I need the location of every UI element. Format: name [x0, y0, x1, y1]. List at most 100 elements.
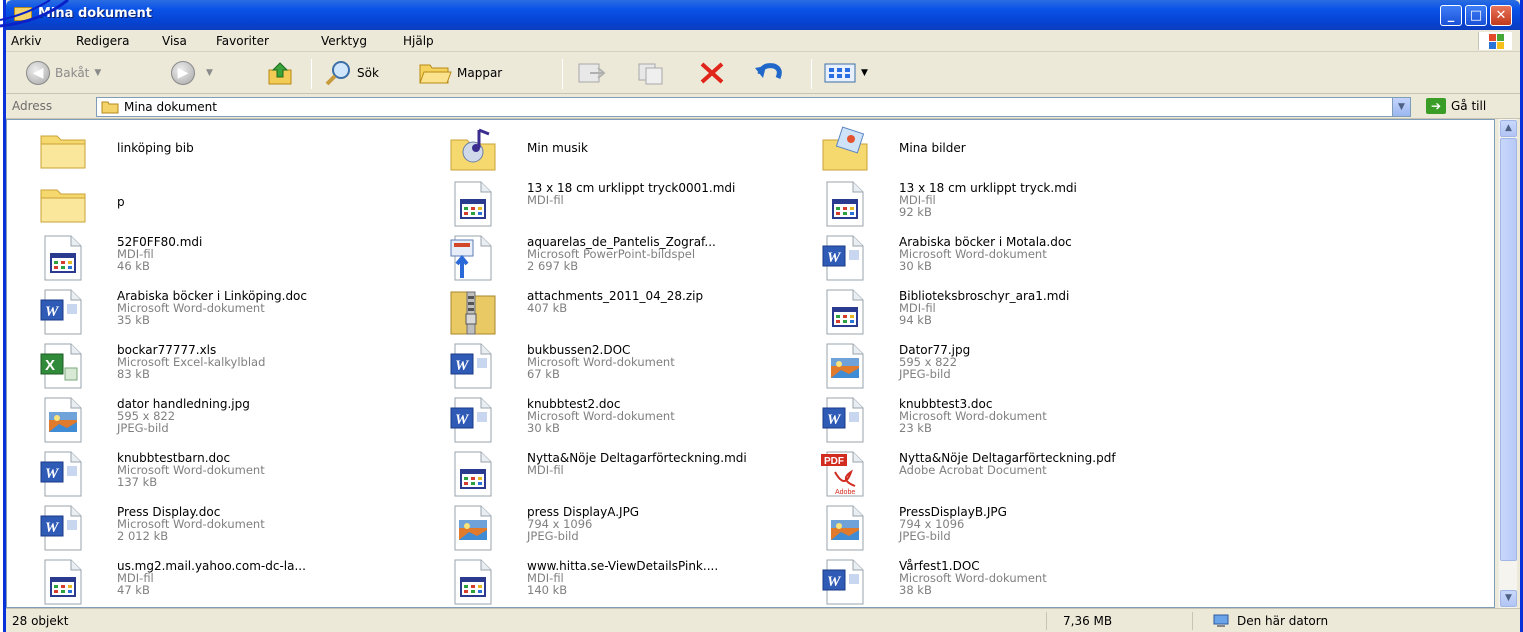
list-item[interactable]: Wknubbtest3.doc Microsoft Word-dokument 23…	[819, 394, 1199, 448]
item-text: 13 x 18 cm urklippt tryck.mdi MDI-fil 92 k…	[899, 182, 1189, 218]
list-item[interactable]: W Arabiska böcker i Linköping.doc Microsof…	[37, 286, 417, 340]
windows-logo-icon	[1478, 32, 1512, 50]
menu-visa[interactable]: Visa	[162, 34, 187, 48]
toolbar: ◀ Bakåt ▼ ▶ ▼ Sök Mappar ▼	[6, 53, 1520, 94]
go-label: Gå till	[1451, 99, 1487, 113]
up-folder-button[interactable]	[268, 58, 294, 88]
scroll-thumb[interactable]	[1500, 138, 1517, 561]
chevron-down-icon[interactable]: ▼	[1392, 98, 1410, 116]
list-item[interactable]: W Press Display.doc Microsoft Word-dokumen…	[37, 502, 417, 556]
forward-button[interactable]: ▶ ▼	[171, 58, 213, 88]
item-size: 92 kB	[899, 205, 932, 219]
title-bar[interactable]: Mina dokument _ □ ✕	[6, 0, 1520, 30]
status-count: 28 objekt	[12, 614, 69, 628]
list-item[interactable]: W Arabiska böcker i Motala.doc Microsoft W…	[819, 232, 1199, 286]
item-text: bockar77777.xls Microsoft Excel-kalkylbla…	[117, 344, 407, 380]
maximize-button[interactable]: □	[1465, 5, 1487, 26]
list-item[interactable]: 13 x 18 cm urklippt tryck.mdi MDI-fil 92 k…	[819, 178, 1199, 232]
list-item[interactable]: Wbukbussen2.DOC Microsoft Word-dokument 67…	[447, 340, 827, 394]
item-type: MDI-fil	[117, 247, 154, 261]
scroll-down-button[interactable]: ▼	[1500, 590, 1517, 607]
scroll-up-button[interactable]: ▲	[1500, 120, 1517, 137]
item-size: 30 kB	[527, 421, 560, 435]
list-item[interactable]: Wknubbtest2.doc Microsoft Word-dokument 30…	[447, 394, 827, 448]
item-name: 13 x 18 cm urklippt tryck.mdi	[899, 181, 1077, 195]
item-type: MDI-fil	[899, 193, 936, 207]
list-item[interactable]: attachments_2011_04_28.zip 407 kB	[447, 286, 827, 340]
menu-arkiv[interactable]: Arkiv	[11, 34, 42, 48]
svg-text:X: X	[45, 357, 55, 374]
powerpoint-file-icon	[449, 234, 499, 282]
go-button[interactable]: ➔ Gå till	[1426, 98, 1486, 114]
list-item[interactable]: W Vårfest1.DOC Microsoft Word-dokument 38 k…	[819, 556, 1199, 610]
list-item[interactable]: 52F0FF80.mdi MDI-fil 46 kB	[37, 232, 417, 286]
menu-redigera[interactable]: Redigera	[76, 34, 129, 48]
list-item[interactable]: p	[37, 178, 417, 232]
item-text: Min musik	[527, 142, 817, 154]
folders-button[interactable]: Mappar	[418, 58, 502, 88]
item-name: www.hitta.se-ViewDetailsPink....	[527, 559, 719, 573]
list-item[interactable]: www.hitta.se-ViewDetailsPink.... MDI-fil 1…	[447, 556, 827, 610]
list-item[interactable]: linköping bib	[37, 124, 417, 178]
item-type: MDI-fil	[899, 301, 936, 315]
item-name: p	[117, 195, 125, 209]
mdi-file-icon	[39, 558, 89, 606]
minimize-button[interactable]: _	[1440, 5, 1462, 26]
list-item[interactable]: Biblioteksbroschyr_ara1.mdi MDI-fil 94 kB	[819, 286, 1199, 340]
item-type: Microsoft Word-dokument	[527, 409, 675, 423]
pdf-file-icon: PDF Adobe	[821, 450, 871, 498]
status-size: 7,36 MB	[1063, 614, 1113, 628]
copy-to-button[interactable]	[636, 58, 666, 88]
item-text: Arabiska böcker i Motala.doc Microsoft Wo…	[899, 236, 1189, 272]
list-item[interactable]: us.mg2.mail.yahoo.com-dc-la... MDI-fil 47 …	[37, 556, 417, 610]
move-to-button[interactable]	[576, 58, 606, 88]
item-text: knubbtest3.doc Microsoft Word-dokument 23 …	[899, 398, 1189, 434]
word-file-icon: W	[821, 558, 871, 606]
search-button[interactable]: Sök	[324, 58, 379, 88]
delete-button[interactable]	[698, 58, 726, 88]
list-item[interactable]: dator handledning.jpg 595 x 822 JPEG-bild	[37, 394, 417, 448]
undo-button[interactable]	[754, 58, 784, 88]
address-label: Adress	[12, 99, 53, 113]
word-file-icon: W	[39, 288, 89, 336]
move-to-icon	[578, 63, 606, 83]
list-item[interactable]: Min musik	[447, 124, 827, 178]
list-item[interactable]: Nytta&Nöje Deltagarförteckning.mdi MDI-fi…	[447, 448, 827, 502]
list-item[interactable]: Dator77.jpg 595 x 822 JPEG-bild	[819, 340, 1199, 394]
list-item[interactable]: Xbockar77777.xls Microsoft Excel-kalkylbl…	[37, 340, 417, 394]
menu-verktyg[interactable]: Verktyg	[321, 34, 367, 48]
item-name: 13 x 18 cm urklippt tryck0001.mdi	[527, 181, 736, 195]
delete-icon	[700, 62, 724, 84]
vertical-scrollbar[interactable]: ▲ ▼	[1498, 119, 1517, 608]
list-item[interactable]: aquarelas_de_Pantelis_Zograf... Microsoft…	[447, 232, 827, 286]
mdi-file-icon	[821, 288, 871, 336]
list-item[interactable]: PDF Adobe Nytta&Nöje Deltagarförteckning.p…	[819, 448, 1199, 502]
music-folder-icon	[449, 126, 499, 174]
svg-text:Adobe: Adobe	[835, 489, 855, 496]
mdi-file-icon	[821, 180, 871, 228]
list-item[interactable]: PressDisplayB.JPG 794 x 1096 JPEG-bild	[819, 502, 1199, 556]
close-button[interactable]: ✕	[1490, 5, 1512, 26]
status-size-cell: 7,36 MB	[1046, 612, 1186, 630]
menu-favoriter[interactable]: Favoriter	[216, 34, 269, 48]
back-button[interactable]: ◀ Bakåt ▼	[26, 58, 101, 88]
list-item[interactable]: press DisplayA.JPG 794 x 1096 JPEG-bild	[447, 502, 827, 556]
word-file-icon: W	[821, 234, 871, 282]
item-text: Dator77.jpg 595 x 822 JPEG-bild	[899, 344, 1189, 380]
item-size: 30 kB	[899, 259, 932, 273]
undo-icon	[755, 63, 782, 80]
svg-text:W: W	[45, 466, 60, 482]
item-text: www.hitta.se-ViewDetailsPink.... MDI-fil 1…	[527, 560, 817, 596]
address-field[interactable]: Mina dokument ▼	[96, 97, 1411, 117]
list-item[interactable]: 13 x 18 cm urklippt tryck0001.mdi MDI-fil	[447, 178, 827, 232]
item-text: Vårfest1.DOC Microsoft Word-dokument 38 kB	[899, 560, 1189, 596]
folder-icon	[39, 126, 89, 174]
list-item[interactable]: Mina bilder	[819, 124, 1199, 178]
item-type: MDI-fil	[117, 571, 154, 585]
folder-icon	[101, 101, 119, 114]
views-button[interactable]: ▼	[824, 58, 868, 88]
search-label: Sök	[357, 66, 379, 80]
menu-hjalp[interactable]: Hjälp	[403, 34, 434, 48]
list-item[interactable]: Wknubbtestbarn.doc Microsoft Word-dokumen…	[37, 448, 417, 502]
item-text: PressDisplayB.JPG 794 x 1096 JPEG-bild	[899, 506, 1189, 542]
